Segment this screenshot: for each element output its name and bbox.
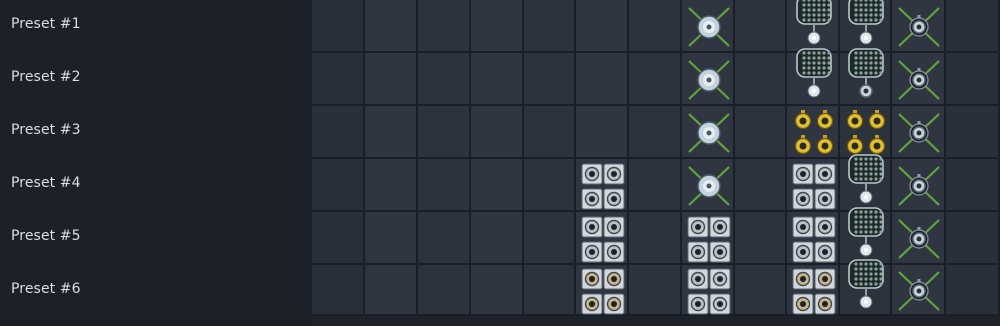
grille-icon[interactable]	[788, 48, 840, 105]
gold-jacks-icon[interactable]	[577, 266, 629, 316]
preset-label: Preset #3	[11, 122, 81, 138]
x-knob-icon[interactable]	[683, 108, 735, 158]
silver-jacks-icon[interactable]	[577, 214, 629, 264]
preset-label-row[interactable]: Preset #3	[0, 106, 312, 159]
grid-cell[interactable]	[735, 53, 787, 106]
grid-cell[interactable]	[629, 265, 682, 316]
preset-label-row[interactable]: Preset #5	[0, 212, 312, 265]
grid-cell[interactable]	[524, 0, 576, 53]
x-knob-icon[interactable]	[683, 161, 735, 211]
preset-cell-grid	[312, 0, 1000, 326]
grid-cell[interactable]	[418, 0, 471, 53]
silver-jacks-icon[interactable]	[683, 266, 735, 316]
grid-cell[interactable]	[946, 159, 1000, 212]
grid-cell[interactable]	[365, 159, 418, 212]
grille-ring-icon[interactable]	[840, 48, 892, 105]
grid-cell[interactable]	[312, 0, 365, 53]
grid-cell[interactable]	[471, 265, 524, 316]
grid-cell[interactable]	[312, 265, 365, 316]
grid-cell[interactable]	[524, 159, 576, 212]
grid-cell[interactable]	[629, 53, 682, 106]
grid-cell[interactable]	[524, 106, 576, 159]
grid-cell[interactable]	[418, 265, 471, 316]
grid-cell[interactable]	[735, 265, 787, 316]
grid-cell[interactable]	[418, 159, 471, 212]
preset-label-column: Preset #1 Preset #2 Preset #3 Preset #4 …	[0, 0, 312, 326]
x-ring-icon[interactable]	[893, 2, 945, 52]
grid-cell[interactable]	[418, 53, 471, 106]
preset-grid-panel: Preset #1 Preset #2 Preset #3 Preset #4 …	[0, 0, 1000, 326]
grid-cell[interactable]	[576, 106, 629, 159]
preset-label-row[interactable]: Preset #6	[0, 265, 312, 318]
grid-cell[interactable]	[471, 0, 524, 53]
grille-icon[interactable]	[788, 0, 840, 52]
grid-cell[interactable]	[312, 106, 365, 159]
grid-cell[interactable]	[735, 212, 787, 265]
grille-icon[interactable]	[840, 0, 892, 52]
grid-cell[interactable]	[365, 265, 418, 316]
grid-cell[interactable]	[576, 53, 629, 106]
grid-cell[interactable]	[471, 106, 524, 159]
preset-label: Preset #4	[11, 175, 81, 191]
grid-cell[interactable]	[735, 106, 787, 159]
grid-cell[interactable]	[365, 53, 418, 106]
grid-scroll-strip[interactable]	[312, 316, 1000, 326]
grid-cell[interactable]	[629, 212, 682, 265]
yellow-jacks-icon[interactable]	[788, 108, 840, 158]
preset-label: Preset #2	[11, 69, 81, 85]
x-ring-icon[interactable]	[893, 161, 945, 211]
grid-cell[interactable]	[524, 212, 576, 265]
grid-cell[interactable]	[365, 212, 418, 265]
grid-cell[interactable]	[471, 53, 524, 106]
grid-cell[interactable]	[946, 53, 1000, 106]
grid-cell[interactable]	[576, 0, 629, 53]
silver-jacks-icon[interactable]	[788, 214, 840, 264]
grid-cell[interactable]	[471, 159, 524, 212]
x-ring-icon[interactable]	[893, 108, 945, 158]
grid-cell[interactable]	[312, 212, 365, 265]
gold-jacks-icon[interactable]	[788, 266, 840, 316]
grille-icon[interactable]	[840, 207, 892, 264]
grille-icon[interactable]	[840, 259, 892, 316]
silver-jacks-icon[interactable]	[683, 214, 735, 264]
x-ring-icon[interactable]	[893, 214, 945, 264]
grid-cell[interactable]	[946, 265, 1000, 316]
x-knob-icon[interactable]	[683, 55, 735, 105]
grid-cell[interactable]	[524, 265, 576, 316]
grid-cell[interactable]	[524, 53, 576, 106]
grid-cell[interactable]	[629, 106, 682, 159]
label-scroll-strip	[0, 316, 312, 326]
grid-cell[interactable]	[946, 0, 1000, 53]
x-ring-icon[interactable]	[893, 55, 945, 105]
grid-cell[interactable]	[629, 0, 682, 53]
preset-label-row[interactable]: Preset #4	[0, 159, 312, 212]
x-ring-icon[interactable]	[893, 266, 945, 316]
silver-jacks-icon[interactable]	[788, 161, 840, 211]
grid-cell[interactable]	[312, 159, 365, 212]
grid-cell[interactable]	[418, 106, 471, 159]
preset-label-row[interactable]: Preset #1	[0, 0, 312, 53]
preset-label: Preset #6	[11, 281, 81, 297]
grid-cell[interactable]	[365, 0, 418, 53]
grid-cell[interactable]	[629, 159, 682, 212]
grid-cell[interactable]	[946, 106, 1000, 159]
grid-cell[interactable]	[735, 159, 787, 212]
preset-label: Preset #5	[11, 228, 81, 244]
silver-jacks-icon[interactable]	[577, 161, 629, 211]
grid-cell[interactable]	[418, 212, 471, 265]
grid-cell[interactable]	[735, 0, 787, 53]
grid-cell[interactable]	[946, 212, 1000, 265]
grid-cell[interactable]	[365, 106, 418, 159]
yellow-jacks-icon[interactable]	[840, 108, 892, 158]
grid-cell[interactable]	[471, 212, 524, 265]
preset-label: Preset #1	[11, 16, 81, 32]
x-knob-icon[interactable]	[683, 2, 735, 52]
preset-label-row[interactable]: Preset #2	[0, 53, 312, 106]
grille-icon[interactable]	[840, 154, 892, 211]
grid-cell[interactable]	[312, 53, 365, 106]
